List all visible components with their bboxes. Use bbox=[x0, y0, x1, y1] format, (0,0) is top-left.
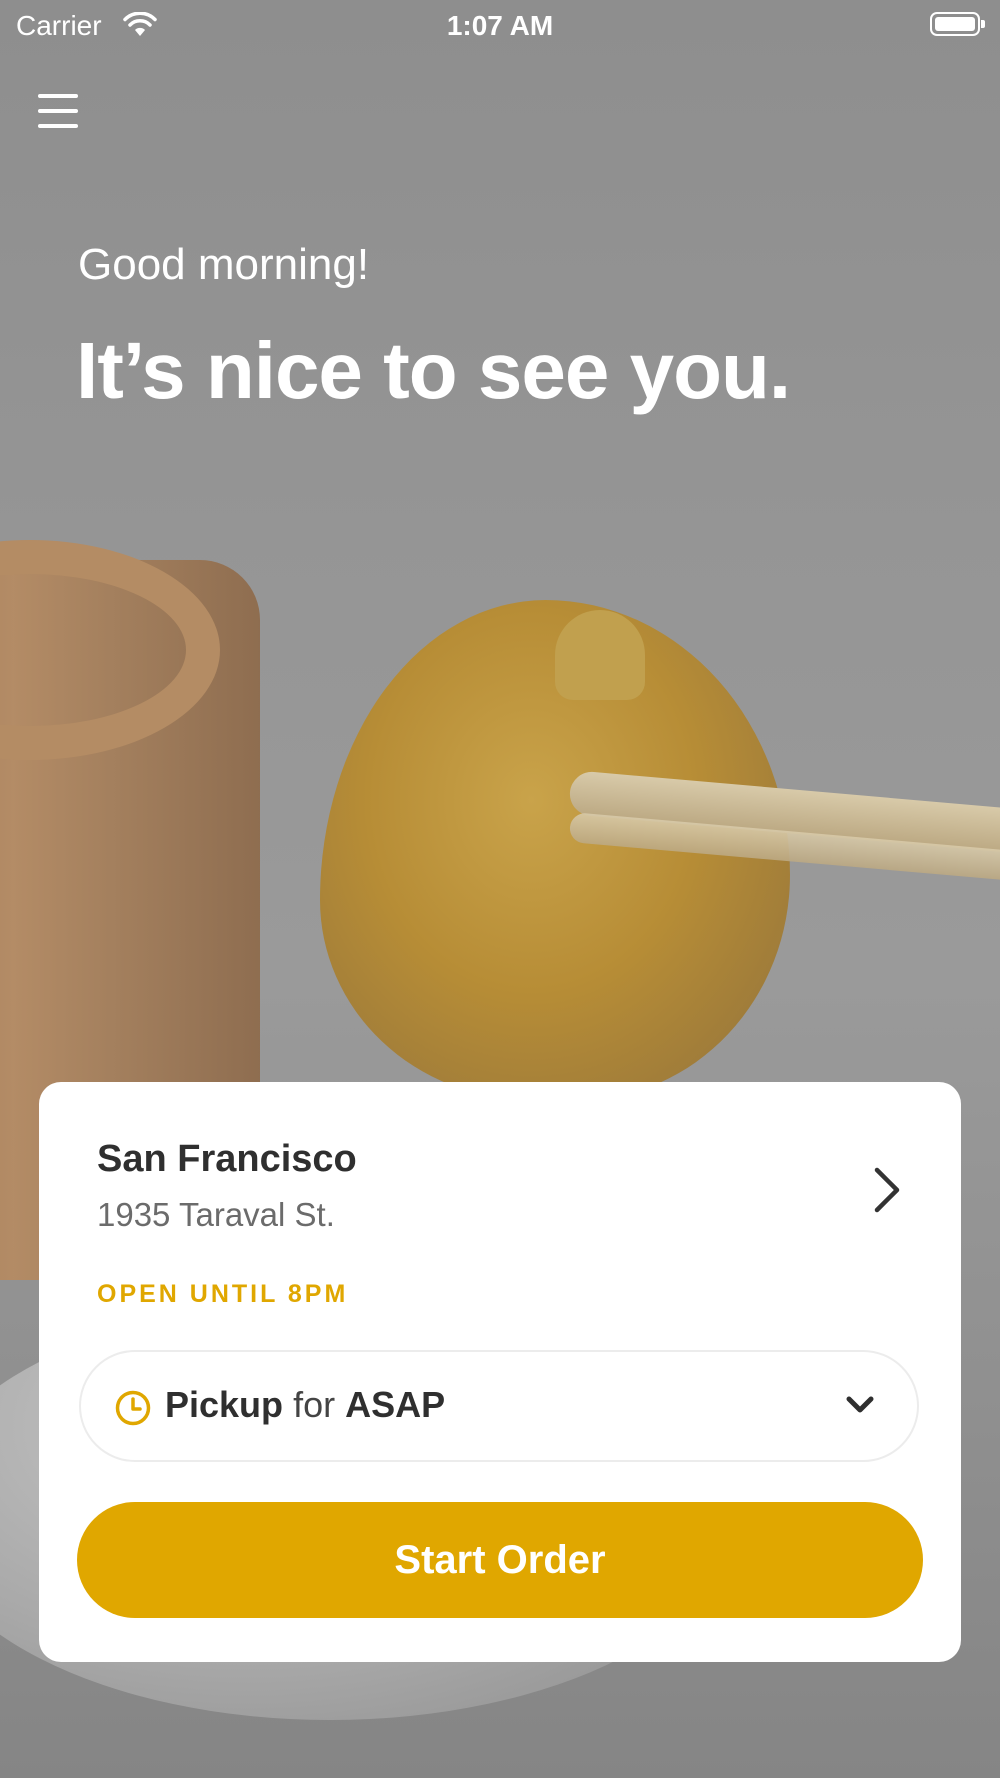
chevron-down-icon bbox=[846, 1396, 874, 1413]
location-card: San Francisco 1935 Taraval St. OPEN UNTI… bbox=[39, 1082, 961, 1662]
status-bar: Carrier 1:07 AM bbox=[0, 0, 1000, 50]
order-time-dropdown[interactable]: Pickup for ASAP bbox=[79, 1350, 919, 1462]
store-hours: OPEN UNTIL 8PM bbox=[97, 1280, 349, 1308]
order-connector: for bbox=[293, 1384, 336, 1425]
start-order-button[interactable]: Start Order bbox=[77, 1502, 923, 1618]
menu-icon[interactable] bbox=[38, 94, 78, 128]
location-address: 1935 Taraval St. bbox=[97, 1196, 335, 1233]
chevron-right-icon bbox=[874, 1167, 900, 1213]
clock-icon bbox=[115, 1390, 151, 1426]
location-city: San Francisco bbox=[97, 1138, 357, 1180]
status-time: 1:07 AM bbox=[446, 10, 554, 41]
battery-icon bbox=[930, 12, 985, 36]
greeting-text: Good morning! bbox=[78, 240, 370, 289]
order-method: Pickup bbox=[165, 1384, 284, 1425]
dumpling-top-image bbox=[555, 610, 645, 700]
order-time: ASAP bbox=[345, 1384, 446, 1425]
location-selector[interactable]: San Francisco 1935 Taraval St. bbox=[39, 1082, 961, 1262]
order-mode-text: Pickup for ASAP bbox=[165, 1384, 445, 1426]
welcome-headline: It’s nice to see you. bbox=[76, 326, 791, 415]
